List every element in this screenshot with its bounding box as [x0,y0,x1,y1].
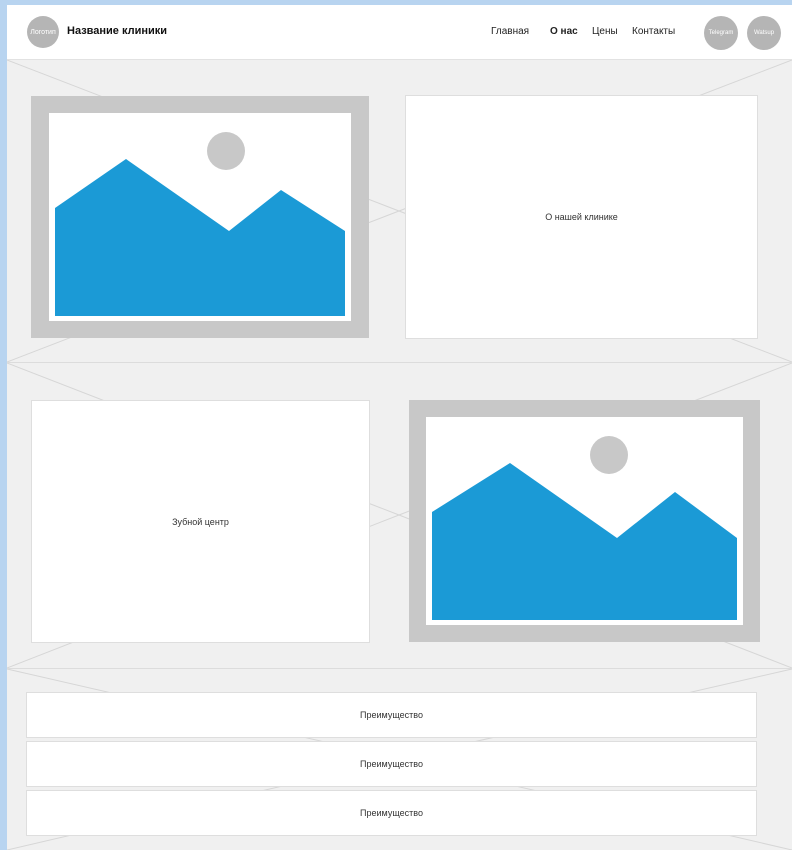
advantage-label: Преимущество [360,710,423,720]
site-header: Логотип Название клиники Главная О нас Ц… [7,5,792,60]
advantage-label: Преимущество [360,759,423,769]
nav-item-prices[interactable]: Цены [592,26,618,37]
about-image [31,96,369,338]
center-title: Зубной центр [172,516,229,527]
nav-item-home[interactable]: Главная [491,26,529,37]
center-image [409,400,760,642]
about-title: О нашей клинике [545,212,618,222]
logo[interactable]: Логотип [27,16,59,48]
advantage-label: Преимущество [360,808,423,818]
clinic-name: Название клиники [67,25,168,37]
advantage-item: Преимущество [26,790,757,836]
whatsapp-button[interactable]: Watsup [747,16,781,50]
telegram-button[interactable]: Telegram [704,16,738,50]
page: Логотип Название клиники Главная О нас Ц… [7,5,792,850]
center-text-box: Зубной центр [31,400,370,643]
nav-item-contacts[interactable]: Контакты [632,26,675,37]
advantage-item: Преимущество [26,741,757,787]
image-placeholder-icon [49,113,351,321]
center-section: Зубной центр [7,363,792,669]
advantage-item: Преимущество [26,692,757,738]
nav-item-about[interactable]: О нас [550,26,578,37]
about-section: О нашей клинике [7,60,792,363]
advantages-section: Преимущество Преимущество Преимущество [7,669,792,850]
image-placeholder-icon [426,417,743,625]
about-text-box: О нашей клинике [405,95,758,339]
